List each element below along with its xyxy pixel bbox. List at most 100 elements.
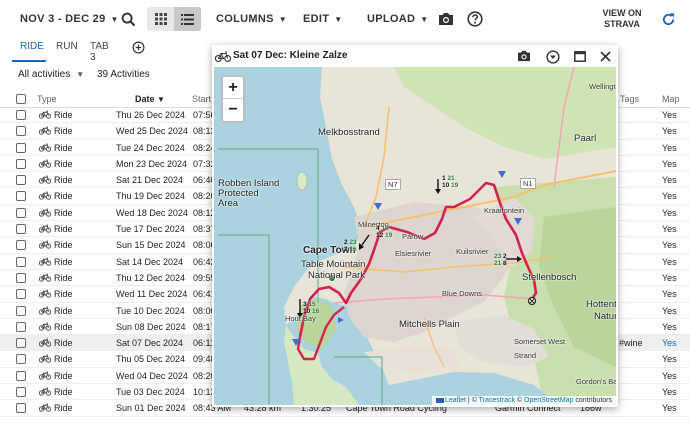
search-icon[interactable] <box>119 10 137 28</box>
split-km: 1 <box>442 175 446 182</box>
cell-type: Ride <box>54 175 73 186</box>
cell-date: Sun 01 Dec 2024 <box>116 403 186 414</box>
split-value: 19 <box>451 182 459 189</box>
row-checkbox[interactable] <box>16 158 26 169</box>
map-label-melkbosstrand: Melkbosstrand <box>318 127 380 138</box>
bike-icon <box>38 306 52 315</box>
view-toggle <box>147 7 201 31</box>
row-checkbox[interactable] <box>16 175 26 186</box>
row-checkbox[interactable] <box>16 289 26 300</box>
cell-date: Wed 11 Dec 2024 <box>116 289 188 300</box>
zoom-out-button[interactable]: − <box>223 99 243 121</box>
cell-map: Yes <box>662 305 677 316</box>
column-header-date[interactable]: Date ▼ <box>135 94 165 104</box>
split-marker: 1 21 10 19 <box>442 175 458 189</box>
bike-icon <box>38 191 52 201</box>
activity-filter-dropdown[interactable]: All activities ▼ <box>18 69 84 80</box>
list-view-icon[interactable] <box>174 7 201 31</box>
activity-count: 39 Activities <box>97 69 150 80</box>
cell-type: Ride <box>54 158 73 169</box>
sort-desc-icon: ▼ <box>157 95 165 104</box>
cell-map: Yes <box>662 403 677 414</box>
maximize-icon[interactable] <box>572 49 587 64</box>
split-value: 21 <box>447 175 455 182</box>
columns-label: COLUMNS <box>216 13 274 25</box>
bike-icon <box>38 354 52 364</box>
row-checkbox[interactable] <box>16 321 26 332</box>
upload-menu[interactable]: UPLOAD ▼ <box>367 0 428 38</box>
zoom-in-button[interactable]: + <box>223 77 243 99</box>
row-checkbox[interactable] <box>16 387 26 398</box>
row-checkbox[interactable] <box>16 142 26 153</box>
row-checkbox[interactable] <box>16 191 26 202</box>
date-range-dropdown[interactable]: NOV 3 - DEC 29 ▼ <box>20 0 119 38</box>
row-checkbox[interactable] <box>16 305 26 316</box>
split-marker: 3 15 10 16 <box>303 301 319 315</box>
row-checkbox[interactable] <box>16 272 26 283</box>
cell-type: Ride <box>54 387 73 398</box>
row-checkbox[interactable] <box>16 224 26 235</box>
leaflet-link[interactable]: Leaflet <box>445 397 466 404</box>
cell-type: Ride <box>54 289 73 300</box>
grid-view-icon[interactable] <box>147 7 174 31</box>
map-popup-window: Sat 07 Dec: Kleine Zalze Melkbosstrand P… <box>212 45 618 407</box>
row-checkbox[interactable] <box>16 126 26 137</box>
route-map[interactable]: Melkbosstrand Paarl Wellington Robben Is… <box>214 67 616 405</box>
split-value: 15 <box>308 301 316 308</box>
column-header-tags[interactable]: Tags <box>620 94 639 104</box>
bike-icon <box>38 110 52 119</box>
help-icon[interactable] <box>466 10 484 28</box>
select-all-checkbox[interactable] <box>16 94 26 104</box>
row-checkbox[interactable] <box>16 207 26 218</box>
row-checkbox[interactable] <box>16 110 26 120</box>
split-value: 10 <box>442 182 450 189</box>
columns-menu[interactable]: COLUMNS ▼ <box>216 0 287 38</box>
map-label-parow: Parow <box>402 232 424 241</box>
caret-down-icon: ▼ <box>420 14 429 24</box>
cell-type: Ride <box>54 305 73 316</box>
row-checkbox[interactable] <box>16 370 26 381</box>
cell-type: Ride <box>54 191 73 202</box>
tracestrack-link[interactable]: Tracestrack <box>479 397 515 404</box>
split-marker: 2 23 2 16 <box>344 239 357 253</box>
view-on-strava-button[interactable]: VIEW ON STRAVA <box>592 8 652 30</box>
cell-type: Ride <box>54 321 73 332</box>
split-km: 2 <box>503 253 507 260</box>
openstreetmap-link[interactable]: OpenStreetMap <box>524 397 573 404</box>
edit-menu[interactable]: EDIT ▼ <box>303 0 342 38</box>
tab-3[interactable]: TAB 3 <box>90 41 109 63</box>
column-header-type[interactable]: Type <box>37 94 57 104</box>
row-checkbox[interactable] <box>16 240 26 251</box>
strava-label-line2: STRAVA <box>604 19 640 29</box>
row-checkbox[interactable] <box>16 403 26 414</box>
cell-type: Ride <box>54 240 73 251</box>
split-marker: 23 2 21 8 <box>494 253 507 267</box>
close-icon[interactable] <box>598 49 613 64</box>
collapse-icon[interactable] <box>545 49 560 64</box>
split-value: 10 <box>303 308 311 315</box>
cell-date: Wed 25 Dec 2024 <box>116 126 188 137</box>
cell-date: Wed 18 Dec 2024 <box>116 207 188 218</box>
map-attribution: Leaflet | © Tracestrack © OpenStreetMap … <box>431 396 616 405</box>
camera-icon[interactable] <box>437 10 455 28</box>
column-header-start[interactable]: Start <box>192 94 211 104</box>
row-checkbox[interactable] <box>16 338 26 349</box>
bike-icon <box>38 224 52 233</box>
add-tab-icon[interactable] <box>131 40 145 54</box>
road-shield-n1: N1 <box>520 178 536 189</box>
refresh-icon[interactable] <box>659 10 677 28</box>
cell-map: Yes <box>662 142 677 153</box>
tab-run[interactable]: RUN <box>56 41 78 52</box>
filter-label: All activities <box>18 69 71 80</box>
row-checkbox[interactable] <box>16 354 26 365</box>
tab-ride[interactable]: RIDE <box>20 41 44 52</box>
map-window-title: Sat 07 Dec: Kleine Zalze <box>233 50 348 61</box>
cell-date: Thu 05 Dec 2024 <box>116 354 186 365</box>
cell-date: Thu 12 Dec 2024 <box>116 272 186 283</box>
row-checkbox[interactable] <box>16 256 26 267</box>
split-marker: 4 19 12 19 <box>376 225 392 239</box>
date-header-label: Date <box>135 94 155 104</box>
camera-icon[interactable] <box>516 49 532 63</box>
bike-icon <box>38 289 52 298</box>
column-header-map[interactable]: Map <box>662 94 680 104</box>
